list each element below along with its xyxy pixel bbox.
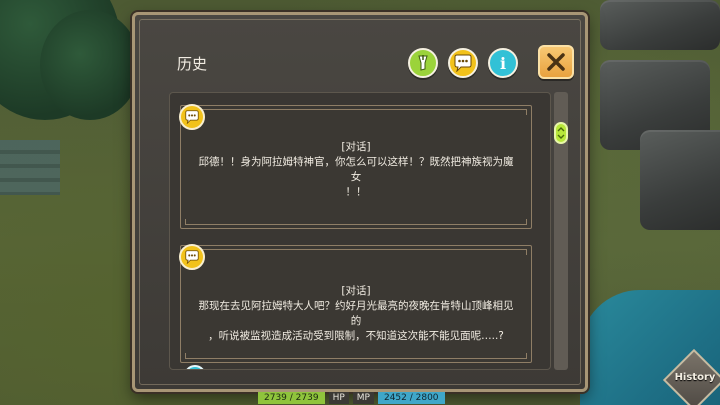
hp-label: HP (328, 392, 349, 404)
speech-bubble-icon (454, 54, 472, 72)
rock (640, 130, 720, 230)
mp-label: MP (352, 392, 374, 404)
entry-line: ！！ (345, 186, 367, 198)
filter-button[interactable] (408, 48, 438, 78)
tree (40, 10, 140, 120)
chevron-up-down-icon (557, 127, 565, 139)
close-icon (547, 53, 565, 71)
entry-tag: [对话] (341, 141, 371, 153)
speech-bubble-icon (179, 104, 205, 130)
stone-steps (0, 140, 60, 195)
status-bar: 2739 / 2739 HP MP 2452 / 2800 (258, 391, 458, 405)
scrollbar[interactable] (554, 92, 568, 370)
next-entry-icon (184, 365, 206, 369)
close-button[interactable] (538, 45, 574, 79)
hp-value: 2739 / 2739 (258, 392, 325, 404)
history-entry: [对话] 邱德！！身为阿拉姆特神官，你怎么可以这样！？既然把神族视为魔女 ！！ (179, 104, 532, 229)
panel-title: 历史 (177, 55, 208, 73)
filter-icon (418, 55, 428, 71)
history-button-label[interactable]: History (668, 372, 720, 383)
scroll-thumb[interactable] (554, 122, 568, 144)
history-list[interactable]: [对话] 邱德！！身为阿拉姆特神官，你怎么可以这样！？既然把神族视为魔女 ！！ … (169, 92, 551, 370)
rock (600, 0, 720, 50)
dialogue-filter-button[interactable] (448, 48, 478, 78)
entry-line: 那现在去见阿拉姆特大人吧？约好月光最亮的夜晚在肯特山顶峰相见的 (198, 300, 514, 327)
entry-text: [对话] 邱德！！身为阿拉姆特神官，你怎么可以这样！？既然把神族视为魔女 ！！ (195, 140, 517, 200)
entry-text: [对话] 那现在去见阿拉姆特大人吧？约好月光最亮的夜晚在肯特山顶峰相见的 ，听说… (195, 284, 517, 344)
entry-line: 邱德！！身为阿拉姆特神官，你怎么可以这样！？既然把神族视为魔女 (198, 156, 514, 183)
history-panel: 历史 i [对话] 邱德！！身为阿拉姆特神官，你怎么可以这样！？既然把神族视为魔… (132, 12, 588, 392)
info-icon: i (499, 53, 507, 73)
entry-line: ，听说被监视造成活动受到限制，不知道这次能不能见面呢…..? (208, 330, 504, 342)
info-button[interactable]: i (488, 48, 518, 78)
speech-bubble-icon (179, 244, 205, 270)
mp-value: 2452 / 2800 (377, 392, 445, 404)
entry-tag: [对话] (341, 285, 371, 297)
history-entry: [对话] 那现在去见阿拉姆特大人吧？约好月光最亮的夜晚在肯特山顶峰相见的 ，听说… (179, 244, 532, 363)
